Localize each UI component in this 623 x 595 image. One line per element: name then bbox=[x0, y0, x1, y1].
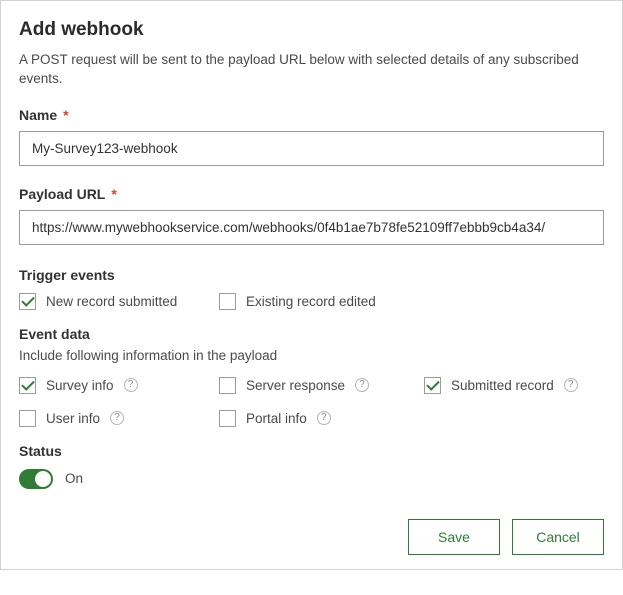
checkbox-icon bbox=[19, 410, 36, 427]
toggle-knob-icon bbox=[35, 471, 51, 487]
help-icon[interactable]: ? bbox=[110, 411, 124, 425]
event-data-label: Event data bbox=[19, 326, 604, 342]
checkbox-icon bbox=[219, 293, 236, 310]
add-webhook-dialog: Add webhook A POST request will be sent … bbox=[0, 0, 623, 570]
status-toggle[interactable] bbox=[19, 469, 53, 489]
event-survey-info-option[interactable]: Survey info ? bbox=[19, 377, 219, 394]
option-label: New record submitted bbox=[46, 294, 177, 309]
checkbox-icon bbox=[19, 293, 36, 310]
trigger-events-row: New record submitted Existing record edi… bbox=[19, 293, 604, 310]
event-data-sub: Include following information in the pay… bbox=[19, 348, 604, 363]
status-row: On bbox=[19, 469, 604, 489]
payload-url-input[interactable] bbox=[19, 210, 604, 245]
checkbox-icon bbox=[424, 377, 441, 394]
required-indicator: * bbox=[111, 186, 116, 202]
name-input[interactable] bbox=[19, 131, 604, 166]
save-button[interactable]: Save bbox=[408, 519, 500, 555]
status-value: On bbox=[65, 471, 83, 486]
dialog-footer: Save Cancel bbox=[19, 519, 604, 555]
option-label: Existing record edited bbox=[246, 294, 376, 309]
trigger-new-record-option[interactable]: New record submitted bbox=[19, 293, 219, 310]
status-label: Status bbox=[19, 443, 604, 459]
help-icon[interactable]: ? bbox=[317, 411, 331, 425]
trigger-existing-record-option[interactable]: Existing record edited bbox=[219, 293, 424, 310]
option-label: Server response bbox=[246, 378, 345, 393]
event-submitted-record-option[interactable]: Submitted record ? bbox=[424, 377, 604, 394]
checkbox-icon bbox=[219, 410, 236, 427]
checkbox-icon bbox=[219, 377, 236, 394]
trigger-events-label: Trigger events bbox=[19, 267, 604, 283]
help-icon[interactable]: ? bbox=[564, 378, 578, 392]
dialog-description: A POST request will be sent to the paylo… bbox=[19, 51, 604, 89]
event-server-response-option[interactable]: Server response ? bbox=[219, 377, 424, 394]
event-user-info-option[interactable]: User info ? bbox=[19, 410, 219, 427]
checkbox-icon bbox=[19, 377, 36, 394]
payload-url-label: Payload URL * bbox=[19, 186, 604, 202]
option-label: Submitted record bbox=[451, 378, 554, 393]
name-label: Name * bbox=[19, 107, 604, 123]
dialog-title: Add webhook bbox=[19, 19, 604, 41]
required-indicator: * bbox=[63, 107, 68, 123]
event-data-row-1: Survey info ? Server response ? Submitte… bbox=[19, 377, 604, 394]
cancel-button[interactable]: Cancel bbox=[512, 519, 604, 555]
event-portal-info-option[interactable]: Portal info ? bbox=[219, 410, 424, 427]
help-icon[interactable]: ? bbox=[124, 378, 138, 392]
option-label: User info bbox=[46, 411, 100, 426]
payload-url-label-text: Payload URL bbox=[19, 186, 105, 202]
option-label: Portal info bbox=[246, 411, 307, 426]
option-label: Survey info bbox=[46, 378, 114, 393]
name-label-text: Name bbox=[19, 107, 57, 123]
event-data-row-2: User info ? Portal info ? bbox=[19, 410, 604, 427]
help-icon[interactable]: ? bbox=[355, 378, 369, 392]
